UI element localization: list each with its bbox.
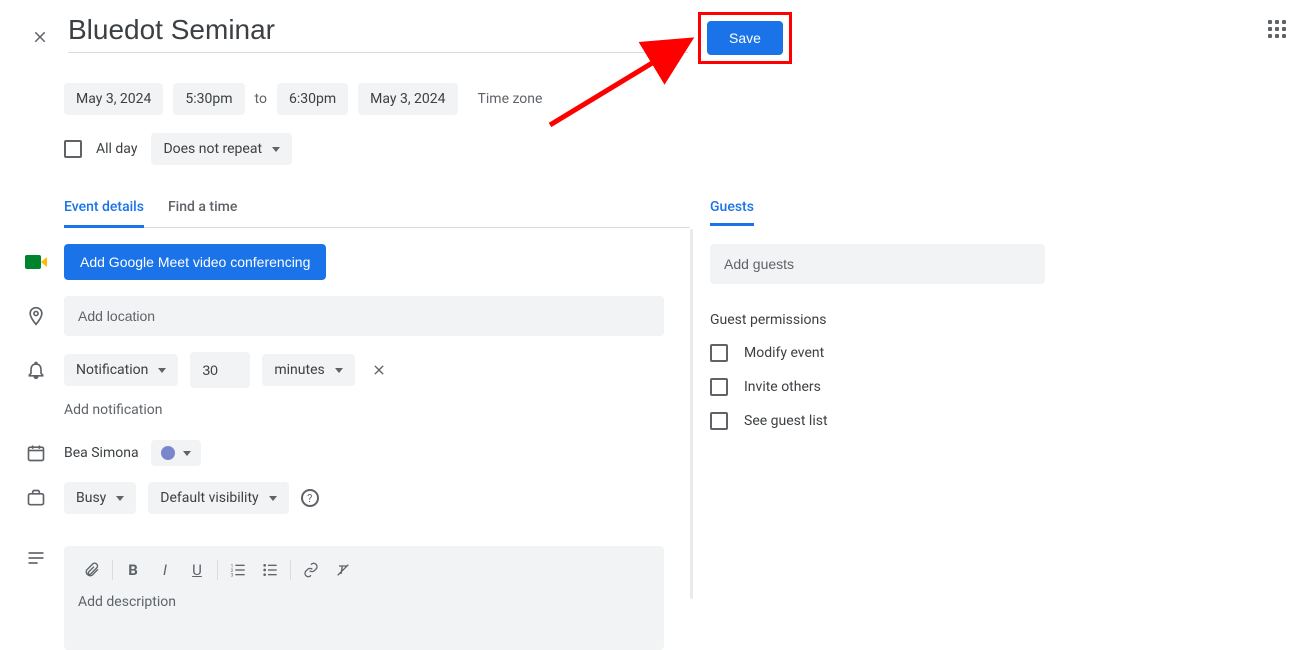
link-icon[interactable] — [297, 556, 325, 584]
bell-icon — [24, 358, 48, 382]
chevron-down-icon — [158, 368, 166, 373]
allday-checkbox[interactable] — [64, 140, 82, 158]
invite-others-label: Invite others — [744, 379, 821, 395]
start-date-chip[interactable]: May 3, 2024 — [64, 83, 163, 115]
notification-value-input[interactable] — [190, 352, 250, 388]
repeat-label: Does not repeat — [163, 141, 262, 157]
description-box[interactable]: B I U 123 — [64, 546, 664, 650]
numbered-list-icon[interactable]: 123 — [224, 556, 252, 584]
end-date-chip[interactable]: May 3, 2024 — [358, 83, 457, 115]
tab-event-details[interactable]: Event details — [64, 199, 144, 228]
event-title-input[interactable] — [68, 14, 688, 46]
attach-icon[interactable] — [78, 556, 106, 584]
save-button[interactable]: Save — [707, 21, 783, 55]
svg-text:3: 3 — [231, 573, 234, 578]
to-label: to — [255, 91, 267, 107]
repeat-dropdown[interactable]: Does not repeat — [151, 133, 292, 165]
location-icon — [24, 304, 48, 328]
end-time-chip[interactable]: 6:30pm — [277, 83, 348, 115]
save-button-highlight: Save — [698, 12, 792, 64]
notification-type-label: Notification — [76, 362, 148, 378]
add-google-meet-button[interactable]: Add Google Meet video conferencing — [64, 244, 326, 280]
tab-find-time[interactable]: Find a time — [168, 199, 237, 227]
notification-unit-label: minutes — [274, 362, 324, 378]
chevron-down-icon — [272, 147, 280, 152]
calendar-color-picker[interactable] — [151, 440, 201, 466]
scroll-indicator — [690, 229, 693, 599]
modify-event-label: Modify event — [744, 345, 824, 361]
calendar-color-dot — [161, 446, 175, 460]
google-meet-icon — [24, 250, 48, 274]
bulleted-list-icon[interactable] — [256, 556, 284, 584]
remove-notification-icon[interactable] — [367, 358, 391, 382]
description-placeholder: Add description — [64, 594, 664, 610]
google-apps-icon[interactable] — [1268, 20, 1288, 40]
owner-name: Bea Simona — [64, 445, 139, 461]
add-notification-link[interactable]: Add notification — [64, 402, 163, 418]
help-icon[interactable]: ? — [301, 489, 319, 507]
bold-icon[interactable]: B — [119, 556, 147, 584]
visibility-dropdown[interactable]: Default visibility — [148, 482, 288, 514]
see-guest-list-label: See guest list — [744, 413, 828, 429]
allday-label: All day — [96, 141, 137, 157]
add-guests-input[interactable] — [710, 244, 1045, 284]
visibility-label: Default visibility — [160, 490, 258, 506]
see-guest-list-checkbox[interactable] — [710, 412, 728, 430]
invite-others-checkbox[interactable] — [710, 378, 728, 396]
clear-formatting-icon[interactable] — [329, 556, 357, 584]
chevron-down-icon — [183, 451, 191, 456]
availability-dropdown[interactable]: Busy — [64, 482, 136, 514]
close-icon[interactable] — [28, 25, 52, 49]
briefcase-icon — [24, 486, 48, 510]
italic-icon[interactable]: I — [151, 556, 179, 584]
location-input[interactable] — [64, 296, 664, 336]
guests-tab[interactable]: Guests — [710, 199, 1070, 226]
description-icon — [24, 546, 48, 570]
chevron-down-icon — [116, 496, 124, 501]
timezone-link[interactable]: Time zone — [478, 91, 543, 107]
guest-permissions-title: Guest permissions — [710, 312, 1070, 328]
chevron-down-icon — [269, 496, 277, 501]
modify-event-checkbox[interactable] — [710, 344, 728, 362]
guests-header: Guests — [710, 199, 754, 226]
chevron-down-icon — [335, 368, 343, 373]
availability-label: Busy — [76, 490, 106, 506]
description-toolbar: B I U 123 — [64, 546, 664, 594]
calendar-icon — [24, 441, 48, 465]
start-time-chip[interactable]: 5:30pm — [173, 83, 244, 115]
notification-type-dropdown[interactable]: Notification — [64, 354, 178, 386]
notification-unit-dropdown[interactable]: minutes — [262, 354, 354, 386]
underline-icon[interactable]: U — [183, 556, 211, 584]
